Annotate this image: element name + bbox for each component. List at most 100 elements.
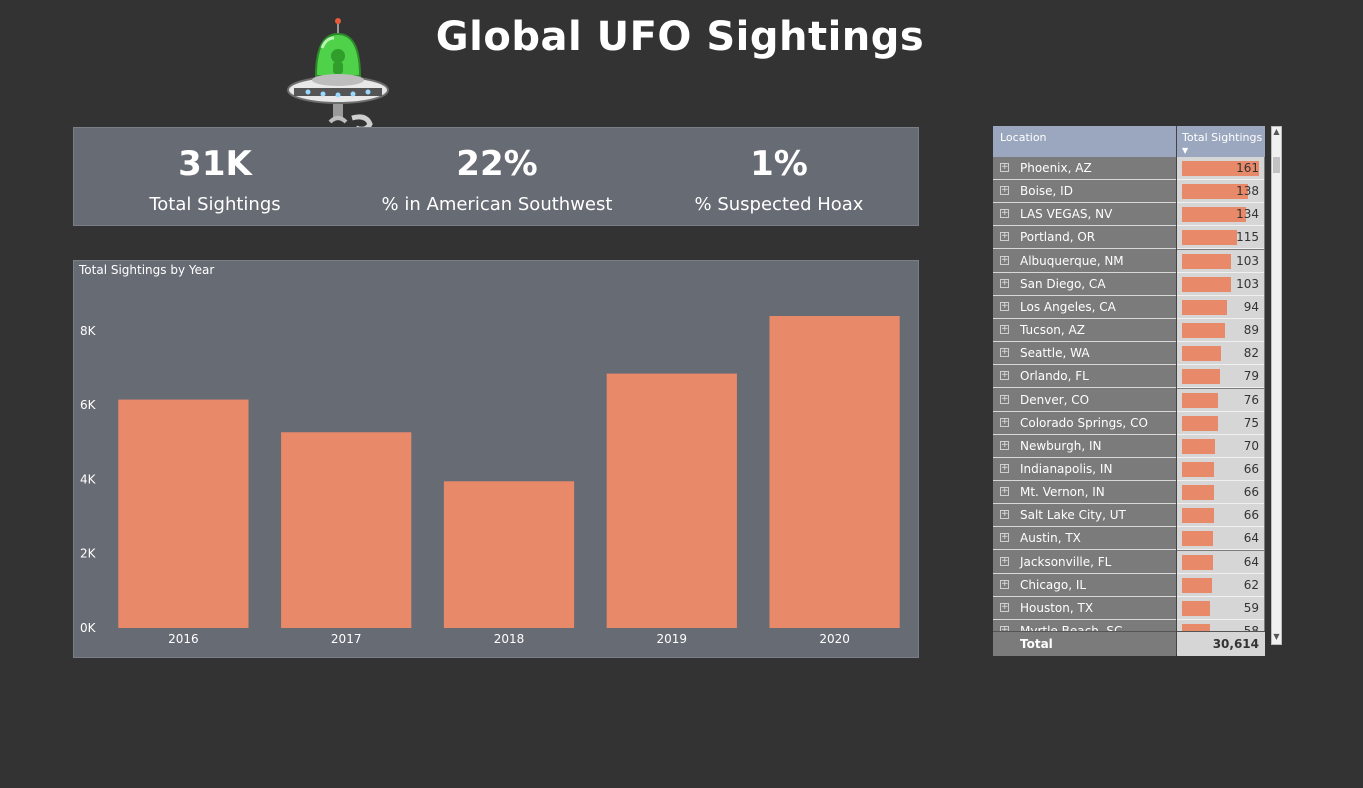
location-cell: + Austin, TX [993,527,1176,551]
plus-box-icon[interactable]: + [1000,579,1009,589]
table-scrollbar[interactable]: ▲ ▼ [1271,126,1282,645]
sightings-value: 70 [1243,438,1259,453]
bar-2018[interactable] [443,481,575,628]
location-label: Jacksonville, FL [1020,554,1112,569]
plus-box-icon[interactable]: + [1000,255,1009,265]
data-bar [1182,508,1214,524]
table-row[interactable]: + Los Angeles, CA 94 [993,295,1265,319]
sightings-cell: 89 [1177,319,1264,343]
bar-2016[interactable] [118,399,249,628]
table-row[interactable]: + Albuquerque, NM 103 [993,249,1265,273]
table-row[interactable]: + Colorado Springs, CO 75 [993,411,1265,435]
data-bar [1182,299,1227,315]
table-row[interactable]: + Austin, TX 64 [993,527,1265,551]
table-row[interactable]: + Myrtle Beach, SC 58 [993,620,1265,631]
data-bar [1182,392,1219,408]
plus-box-icon[interactable]: + [1000,417,1009,427]
sightings-value: 79 [1243,369,1259,384]
column-divider [1176,126,1177,655]
table-row[interactable]: + San Diego, CA 103 [993,272,1265,296]
location-label: Seattle, WA [1020,346,1090,361]
table-row[interactable]: + Houston, TX 59 [993,596,1265,620]
plus-box-icon[interactable]: + [1000,325,1009,335]
table-row[interactable]: + Orlando, FL 79 [993,365,1265,389]
sightings-value: 82 [1243,346,1259,361]
scroll-thumb[interactable] [1273,157,1280,173]
sightings-cell: 66 [1177,504,1264,528]
kpi-hoax: 1% % Suspected Hoax [638,128,920,227]
chart-title: Total Sightings by Year [79,263,215,277]
table-row[interactable]: + Mt. Vernon, IN 66 [993,481,1265,505]
plus-box-icon[interactable]: + [1000,209,1009,219]
column-header-sightings[interactable]: Total Sightings [1182,131,1262,144]
bar-2020[interactable] [769,316,900,628]
sightings-value: 64 [1243,554,1259,569]
location-label: San Diego, CA [1020,276,1106,291]
plus-box-icon[interactable]: + [1000,510,1009,520]
y-tick-label: 2K [80,547,97,561]
sightings-cell: 103 [1177,272,1264,296]
plus-box-icon[interactable]: + [1000,186,1009,196]
table-row[interactable]: + Phoenix, AZ 161 [993,157,1265,180]
table-row[interactable]: + Boise, ID 138 [993,180,1265,204]
sightings-value: 161 [1236,161,1259,175]
plus-box-icon[interactable]: + [1000,348,1009,358]
table-row[interactable]: + Indianapolis, IN 66 [993,457,1265,481]
location-cell: + Denver, CO [993,388,1176,412]
table-row[interactable]: + Tucson, AZ 89 [993,319,1265,343]
bar-2019[interactable] [606,373,737,628]
x-tick-label: 2017 [331,632,362,646]
sightings-cell: 94 [1177,295,1264,319]
sightings-by-year-chart[interactable]: 0K 2K 4K 6K 8K 2016 2017 2018 2019 2020 Total Sig… [73,260,919,658]
location-table[interactable]: Location Total Sightings ▼ + Phoenix, AZ 1… [993,126,1265,656]
sightings-cell: 82 [1177,342,1264,366]
location-cell: + Phoenix, AZ [993,157,1176,180]
plus-box-icon[interactable]: + [1000,463,1009,473]
scroll-up-arrow-icon[interactable]: ▲ [1272,127,1281,139]
sightings-value: 58 [1243,624,1259,631]
sightings-cell: 70 [1177,434,1264,458]
x-tick-label: 2016 [168,632,199,646]
table-row[interactable]: + Jacksonville, FL 64 [993,550,1265,574]
location-label: Los Angeles, CA [1020,299,1116,314]
location-label: Chicago, IL [1020,577,1087,592]
bar-2017[interactable] [281,432,412,628]
table-row[interactable]: + Chicago, IL 62 [993,573,1265,597]
location-cell: + Tucson, AZ [993,319,1176,343]
sightings-value: 66 [1243,508,1259,523]
table-row[interactable]: + Salt Lake City, UT 66 [993,504,1265,528]
sightings-cell: 64 [1177,550,1264,574]
plus-box-icon[interactable]: + [1000,533,1009,543]
sightings-value: 62 [1243,577,1259,592]
plus-box-icon[interactable]: + [1000,163,1009,172]
table-row[interactable]: + Seattle, WA 82 [993,342,1265,366]
table-row[interactable]: + Newburgh, IN 70 [993,434,1265,458]
plus-box-icon[interactable]: + [1000,440,1009,450]
plus-box-icon[interactable]: + [1000,556,1009,566]
table-header: Location Total Sightings ▼ [993,126,1265,157]
plus-box-icon[interactable]: + [1000,232,1009,242]
plus-box-icon[interactable]: + [1000,602,1009,612]
plus-box-icon[interactable]: + [1000,371,1009,381]
table-row[interactable]: + Portland, OR 115 [993,226,1265,250]
data-bar [1182,485,1214,501]
kpi-southwest: 22% % in American Southwest [356,128,638,227]
table-row[interactable]: + Denver, CO 76 [993,388,1265,412]
location-cell: + Orlando, FL [993,365,1176,389]
data-bar [1182,577,1212,593]
plus-box-icon[interactable]: + [1000,301,1009,311]
plus-box-icon[interactable]: + [1000,278,1009,288]
kpi-label: % Suspected Hoax [694,194,864,215]
table-row[interactable]: + LAS VEGAS, NV 134 [993,203,1265,227]
sightings-cell: 62 [1177,573,1264,597]
data-bar [1182,346,1222,362]
location-label: Salt Lake City, UT [1020,508,1126,523]
plus-box-icon[interactable]: + [1000,487,1009,497]
sort-desc-icon[interactable]: ▼ [1182,146,1188,155]
sightings-value: 64 [1243,531,1259,546]
plus-box-icon[interactable]: + [1000,394,1009,404]
column-header-location[interactable]: Location [1000,131,1047,144]
total-value: 30,614 [1212,637,1259,651]
location-cell: + Colorado Springs, CO [993,411,1176,435]
scroll-down-arrow-icon[interactable]: ▼ [1272,632,1281,644]
